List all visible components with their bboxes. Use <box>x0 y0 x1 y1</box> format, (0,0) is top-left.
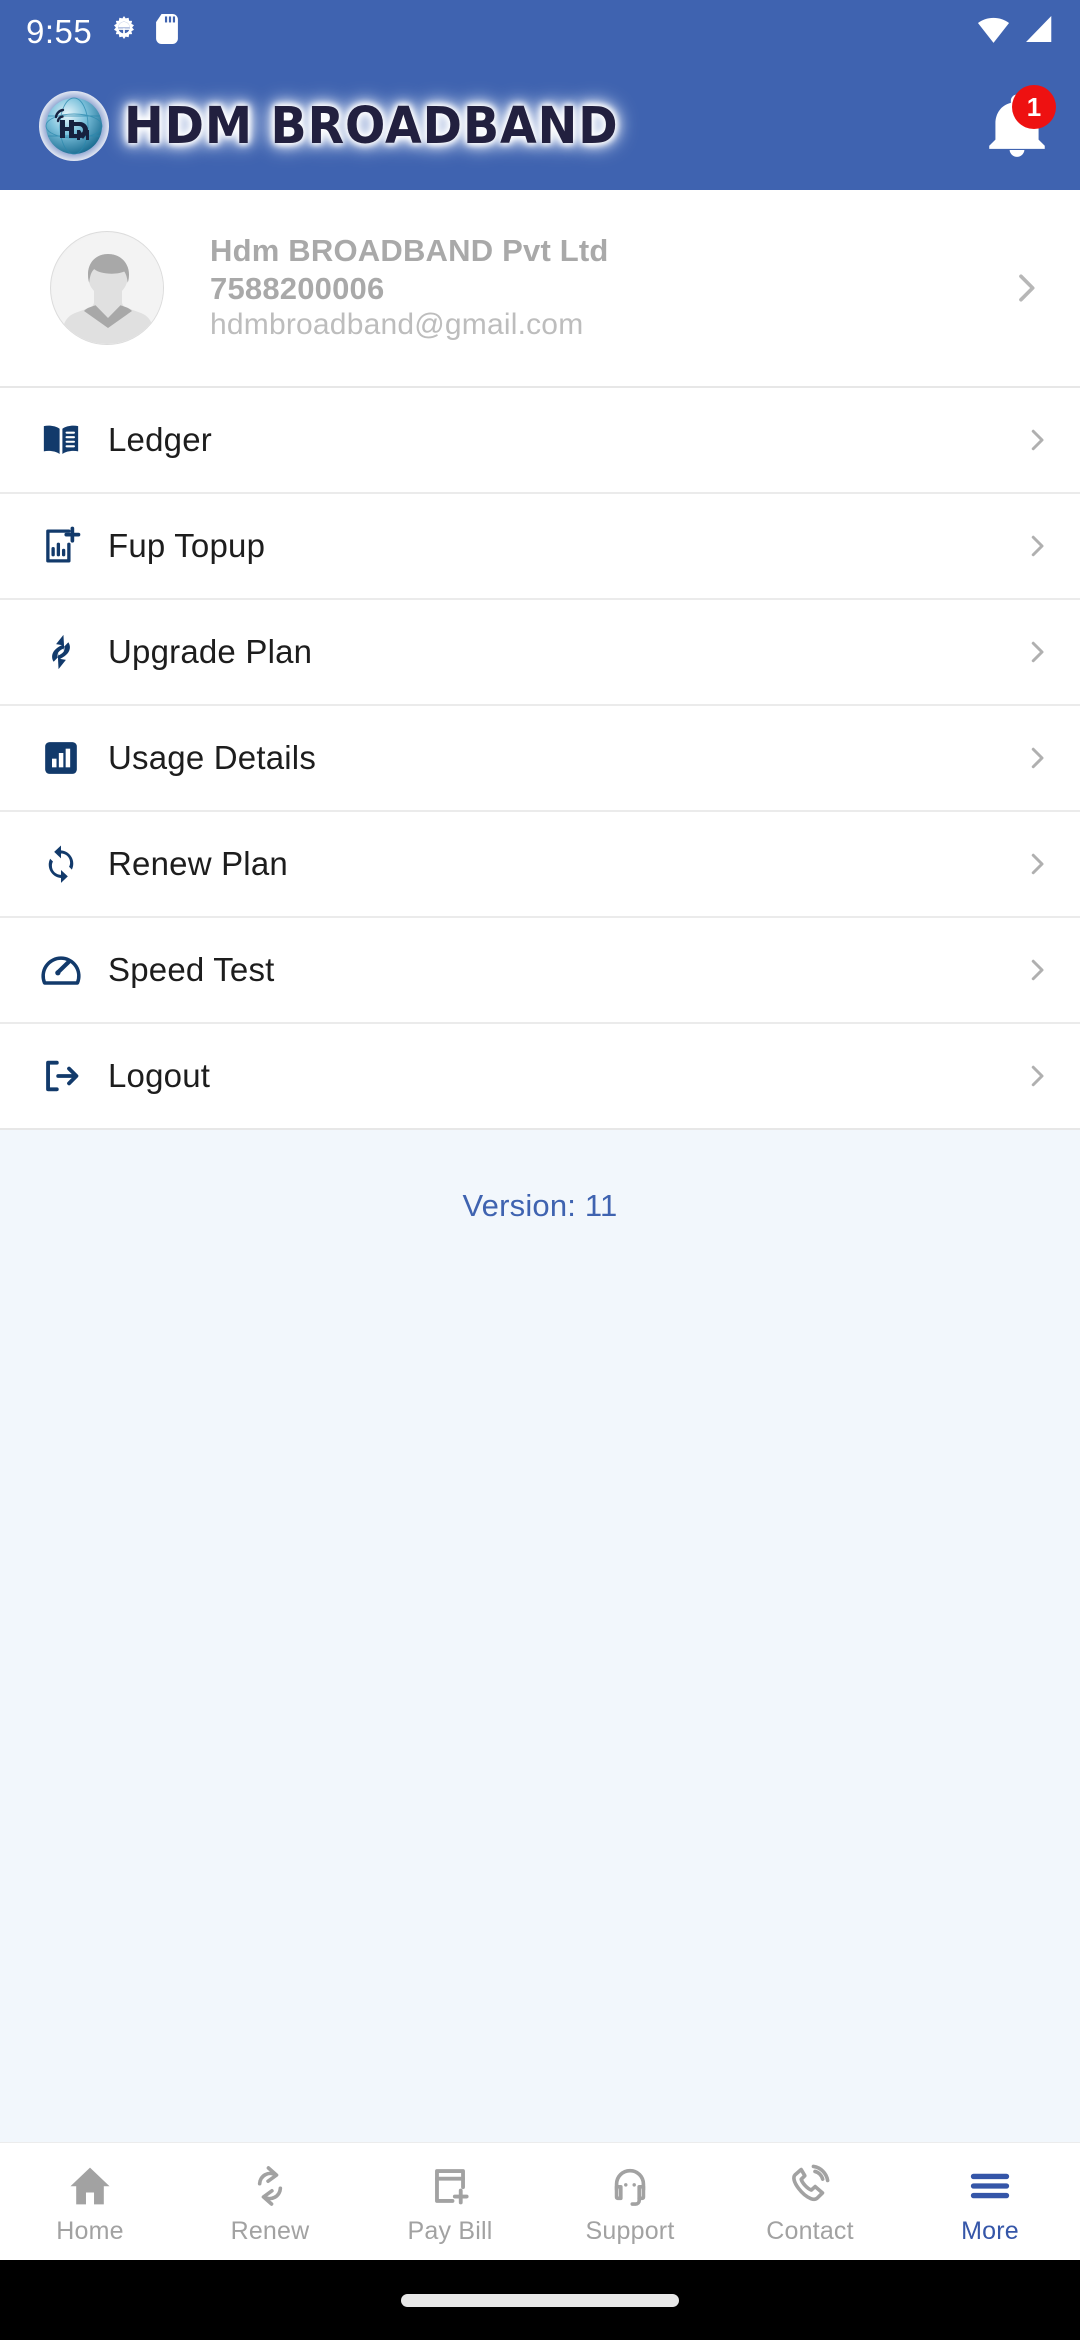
chevron-right-icon <box>1022 1061 1052 1091</box>
app-screen: 9:55 HDM BROADBAND 1 Hdm BROADBAND Pvt L… <box>0 0 1080 2340</box>
refresh-icon <box>247 2159 293 2209</box>
wifi-icon <box>977 14 1010 49</box>
menu-item-renew-plan[interactable]: Renew Plan <box>0 810 1080 916</box>
refresh-icon <box>30 843 92 885</box>
nav-item-home[interactable]: Home <box>0 2143 180 2260</box>
sd-card-icon <box>156 13 179 49</box>
chevron-right-icon <box>1022 955 1052 985</box>
menu-item-label: Renew Plan <box>108 845 288 882</box>
menu-item-usage-details[interactable]: Usage Details <box>0 704 1080 810</box>
nav-item-more[interactable]: More <box>900 2143 1080 2260</box>
chevron-right-icon <box>1022 531 1052 561</box>
menu-item-label: Upgrade Plan <box>108 633 313 670</box>
brand-block: HDM BROADBAND <box>38 90 656 162</box>
version-label: Version: 11 <box>462 1188 618 1223</box>
app-title: HDM BROADBAND <box>124 96 619 156</box>
logout-icon <box>30 1055 92 1097</box>
app-bar: HDM BROADBAND 1 <box>0 62 1080 190</box>
nav-label: Pay Bill <box>407 2217 493 2245</box>
chart-add-icon <box>30 525 92 567</box>
profile-row[interactable]: Hdm BROADBAND Pvt Ltd 7588200006 hdmbroa… <box>0 190 1080 386</box>
menu-item-fup-topup[interactable]: Fup Topup <box>0 492 1080 598</box>
menu-item-label: Logout <box>108 1057 211 1094</box>
menu-item-label: Speed Test <box>108 951 275 988</box>
nav-item-pay-bill[interactable]: Pay Bill <box>360 2143 540 2260</box>
status-bar-clock: 9:55 <box>26 12 93 50</box>
nav-item-support[interactable]: Support <box>540 2143 720 2260</box>
profile-email: hdmbroadband@gmail.com <box>210 308 584 342</box>
menu-item-label: Ledger <box>108 421 212 458</box>
hdm-globe-logo-icon <box>38 90 110 162</box>
profile-phone: 7588200006 <box>210 270 385 306</box>
bar-chart-icon <box>30 738 92 778</box>
speedometer-icon <box>30 949 92 991</box>
profile-info: Hdm BROADBAND Pvt Ltd 7588200006 hdmbroa… <box>210 233 609 343</box>
status-bar-right <box>977 14 1054 49</box>
chevron-right-icon <box>1022 637 1052 667</box>
nav-label: Support <box>585 2217 675 2245</box>
avatar-placeholder-icon <box>50 231 164 345</box>
gesture-navigation-bar <box>0 2260 1080 2340</box>
menu-item-upgrade-plan[interactable]: Upgrade Plan <box>0 598 1080 704</box>
main-content: Hdm BROADBAND Pvt Ltd 7588200006 hdmbroa… <box>0 190 1080 2142</box>
menu-item-logout[interactable]: Logout <box>0 1022 1080 1128</box>
book-icon <box>30 419 92 461</box>
home-icon <box>67 2159 113 2209</box>
status-bar: 9:55 <box>0 0 1080 62</box>
cellular-signal-icon <box>1024 14 1054 49</box>
nav-label: Contact <box>766 2217 854 2245</box>
menu-item-ledger[interactable]: Ledger <box>0 386 1080 492</box>
menu-item-label: Usage Details <box>108 739 317 776</box>
menu-item-speed-test[interactable]: Speed Test <box>0 916 1080 1022</box>
nav-label: More <box>961 2217 1019 2245</box>
notification-button[interactable]: 1 <box>980 85 1056 163</box>
status-bar-left: 9:55 <box>26 12 179 50</box>
profile-name: Hdm BROADBAND Pvt Ltd <box>210 233 609 269</box>
nav-item-contact[interactable]: Contact <box>720 2143 900 2260</box>
notification-badge: 1 <box>1012 85 1056 129</box>
menu-list: Ledger Fup Topup Upgrade Plan Usage Deta… <box>0 386 1080 1130</box>
chevron-right-icon <box>1022 743 1052 773</box>
phone-call-icon <box>787 2159 833 2209</box>
android-debug-icon <box>109 14 139 49</box>
chevron-right-icon <box>1022 425 1052 455</box>
nav-item-renew[interactable]: Renew <box>180 2143 360 2260</box>
menu-item-label: Fup Topup <box>108 527 266 564</box>
nav-label: Renew <box>230 2217 310 2245</box>
hamburger-icon <box>967 2159 1013 2209</box>
card-add-icon <box>427 2159 473 2209</box>
headset-icon <box>607 2159 653 2209</box>
swap-arrows-icon <box>30 631 92 673</box>
chevron-right-icon <box>1022 849 1052 879</box>
nav-label: Home <box>56 2217 124 2245</box>
content-filler <box>0 1224 1080 2142</box>
bottom-navigation: Home Renew Pay Bill Support Contact More <box>0 2142 1080 2260</box>
gesture-pill[interactable] <box>401 2293 679 2307</box>
chevron-right-icon <box>1006 268 1046 308</box>
